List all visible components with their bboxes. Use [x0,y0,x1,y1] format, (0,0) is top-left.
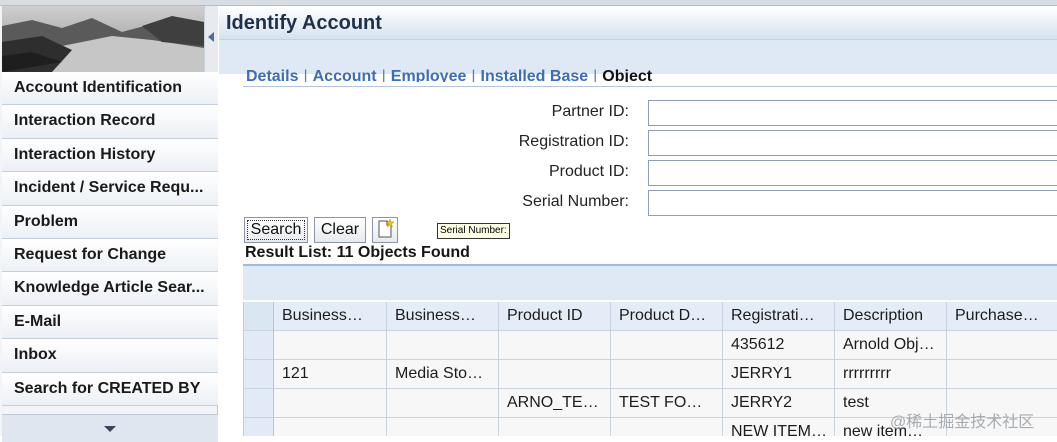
table-cell [499,331,611,360]
tab-separator: | [471,68,476,82]
column-header-business-partner[interactable]: Business… [274,302,387,331]
column-header-product-description[interactable]: Product D… [611,302,723,331]
collapse-navigation-handle[interactable] [204,6,218,72]
header-landscape-image [2,6,204,72]
product-id-label: Product ID: [548,163,629,180]
table-cell [274,389,387,418]
table-cell [499,360,611,389]
field-tooltip: Serial Number: [437,223,510,239]
tab-divider [243,86,1057,87]
partner-id-row: Partner ID: [243,100,1057,126]
nav-item-knowledge-article-search[interactable]: Knowledge Article Sear... [2,272,218,306]
page-title-bar: Identify Account [219,6,1057,40]
table-cell: TEST FO… [611,389,723,418]
tab-object[interactable]: Object [602,68,652,82]
left-navigation: Account Identification Interaction Recor… [0,6,218,442]
table-cell [387,331,499,360]
table-row[interactable]: 435612 Arnold Obj… [244,331,1057,360]
nav-item-email[interactable]: E-Mail [2,305,218,340]
table-cell: 435612 [723,331,835,360]
tab-separator: | [303,68,308,82]
registration-id-row: Registration ID: [243,130,1057,156]
object-tab-strip: Details | Account | Employee | Installed Base |… [246,68,652,82]
table-cell: Arnold Obj… [835,331,947,360]
table-cell: Media Sto… [387,360,499,389]
search-button[interactable]: Search [244,217,308,243]
table-cell [611,418,723,436]
main-area: Identify Account Details | Account | Employe… [219,6,1057,436]
partner-id-label: Partner ID: [551,103,629,120]
table-cell: JERRY2 [723,389,835,418]
row-selector[interactable] [244,418,274,436]
nav-item-request-for-change[interactable]: Request for Change [2,238,218,273]
table-cell: NEW ITEM… [723,418,835,436]
partner-id-input[interactable] [648,100,1057,126]
tab-separator: | [381,68,386,82]
tab-details[interactable]: Details [246,68,298,82]
result-list-title: Result List: 11 Objects Found [245,244,470,261]
serial-number-input[interactable] [648,190,1057,216]
table-cell [499,418,611,436]
product-id-input[interactable] [648,160,1057,186]
select-all-cell[interactable] [244,302,274,331]
table-cell [274,418,387,436]
row-selector[interactable] [244,389,274,418]
tab-separator: | [593,68,598,82]
result-list-toolbar [243,264,1057,300]
tab-employee[interactable]: Employee [391,68,467,82]
table-cell: rrrrrrrrr [835,360,947,389]
nav-item-incident-service-request[interactable]: Incident / Service Requ... [2,172,218,206]
table-cell [611,360,723,389]
new-document-icon [378,218,395,238]
tab-installed-base[interactable]: Installed Base [481,68,589,82]
column-header-description[interactable]: Description [835,302,947,331]
column-header-business-name[interactable]: Business… [387,302,499,331]
serial-number-label: Serial Number: [522,193,629,210]
page-title: Identify Account [226,12,382,34]
nav-item-account-identification[interactable]: Account Identification [2,72,218,106]
new-object-button[interactable] [372,217,398,243]
table-cell [274,331,387,360]
table-cell: ARNO_TE… [499,389,611,418]
nav-item-interaction-history[interactable]: Interaction History [2,138,218,173]
nav-item-problem[interactable]: Problem [2,205,218,239]
clear-button[interactable]: Clear [314,217,366,243]
chevron-down-icon [104,426,116,432]
navigation-list: Account Identification Interaction Recor… [2,72,218,406]
product-id-row: Product ID: [243,160,1057,186]
collapse-left-arrow-icon [208,32,214,42]
table-cell [947,360,1057,389]
identify-account-content: Details | Account | Employee | Installed Base |… [243,68,1057,436]
column-header-product-id[interactable]: Product ID [499,302,611,331]
table-cell [387,418,499,436]
table-cell: JERRY1 [723,360,835,389]
tab-account[interactable]: Account [313,68,377,82]
registration-id-input[interactable] [648,130,1057,156]
column-header-registration[interactable]: Registrati… [723,302,835,331]
table-cell [387,389,499,418]
table-header-row: Business… Business… Product ID Product D… [244,302,1057,331]
table-cell [611,331,723,360]
watermark-text: @稀土掘金技术社区 [890,414,1035,431]
nav-item-inbox[interactable]: Inbox [2,339,218,373]
row-selector[interactable] [244,360,274,389]
column-header-purchase[interactable]: Purchase… [947,302,1057,331]
table-cell [947,331,1057,360]
nav-item-interaction-record[interactable]: Interaction Record [2,105,218,139]
registration-id-label: Registration ID: [518,133,629,150]
navigation-scroll-down-button[interactable] [2,414,218,442]
table-cell: 121 [274,360,387,389]
nav-item-search-created-by[interactable]: Search for CREATED BY [2,372,218,406]
row-selector[interactable] [244,331,274,360]
table-row[interactable]: 121 Media Sto… JERRY1 rrrrrrrrr [244,360,1057,389]
serial-number-row: Serial Number: [243,190,1057,216]
